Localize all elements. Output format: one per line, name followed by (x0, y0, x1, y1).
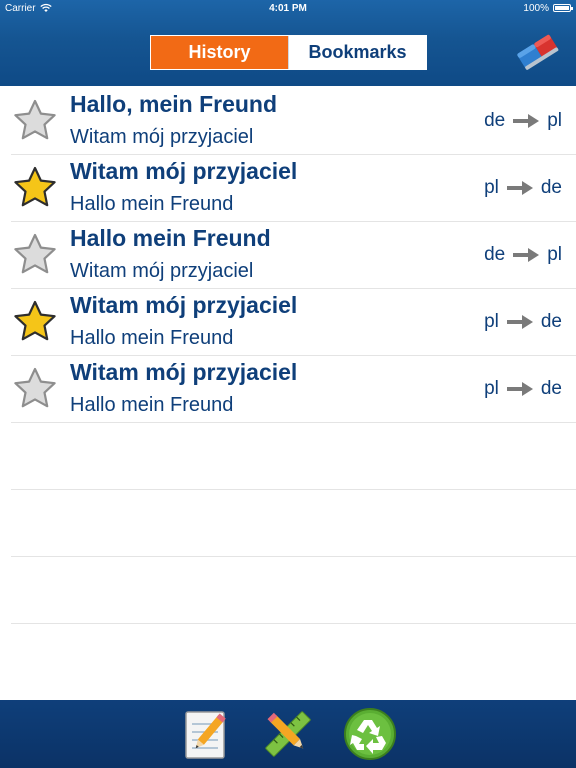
history-bookmarks-segmented-control: History Bookmarks (150, 35, 427, 70)
source-text: Witam mój przyjaciel (70, 292, 298, 318)
status-battery-percent: 100% (523, 3, 549, 14)
source-text: Witam mój przyjaciel (70, 359, 298, 385)
pencil-ruler-icon[interactable] (260, 706, 316, 762)
arrow-right-icon (506, 382, 533, 396)
tab-bookmarks[interactable]: Bookmarks (288, 36, 426, 69)
source-language: de (484, 110, 506, 131)
bottom-toolbar (0, 700, 576, 768)
language-direction: de pl (484, 109, 562, 133)
target-language: de (540, 177, 562, 198)
status-bar: Carrier 4:01 PM 100% (0, 0, 576, 18)
history-list: Hallo, mein Freund Witam mój przyjaciel … (0, 88, 576, 624)
source-language: de (484, 244, 506, 265)
translation-text: Hallo mein Freund (70, 394, 234, 416)
source-language: pl (484, 378, 499, 399)
translation-text: Witam mój przyjaciel (70, 126, 254, 148)
target-language: de (540, 378, 562, 399)
empty-row (11, 557, 576, 624)
history-row[interactable]: Witam mój przyjaciel Hallo mein Freund p… (11, 356, 576, 423)
language-direction: de pl (484, 243, 562, 267)
recycle-icon[interactable] (342, 706, 398, 762)
target-language: pl (547, 244, 562, 265)
star-icon[interactable] (12, 366, 58, 412)
star-icon[interactable] (12, 232, 58, 278)
language-direction: pl de (484, 377, 562, 401)
history-row[interactable]: Hallo, mein Freund Witam mój przyjaciel … (11, 88, 576, 155)
target-language: de (540, 311, 562, 332)
source-text: Witam mój przyjaciel (70, 158, 298, 184)
eraser-icon[interactable] (512, 26, 562, 76)
history-row[interactable]: Hallo mein Freund Witam mój przyjaciel d… (11, 222, 576, 289)
history-row[interactable]: Witam mój przyjaciel Hallo mein Freund p… (11, 155, 576, 222)
arrow-right-icon (513, 114, 540, 128)
translation-text: Hallo mein Freund (70, 327, 234, 349)
source-text: Hallo, mein Freund (70, 91, 278, 117)
star-icon[interactable] (12, 98, 58, 144)
arrow-right-icon (506, 315, 533, 329)
battery-icon (553, 4, 573, 12)
source-language: pl (484, 311, 499, 332)
arrow-right-icon (506, 181, 533, 195)
language-direction: pl de (484, 310, 562, 334)
navigation-bar: Carrier 4:01 PM 100% History Bookmarks (0, 0, 576, 86)
notepad-pencil-icon[interactable] (178, 706, 234, 762)
arrow-right-icon (513, 248, 540, 262)
empty-row (11, 490, 576, 557)
star-filled-icon[interactable] (12, 299, 58, 345)
source-language: pl (484, 177, 499, 198)
empty-row (11, 423, 576, 490)
history-row[interactable]: Witam mój przyjaciel Hallo mein Freund p… (11, 289, 576, 356)
language-direction: pl de (484, 176, 562, 200)
translation-text: Witam mój przyjaciel (70, 260, 254, 282)
tab-history[interactable]: History (151, 36, 288, 69)
target-language: pl (547, 110, 562, 131)
status-time: 4:01 PM (269, 3, 307, 14)
translation-text: Hallo mein Freund (70, 193, 234, 215)
source-text: Hallo mein Freund (70, 225, 271, 251)
star-filled-icon[interactable] (12, 165, 58, 211)
